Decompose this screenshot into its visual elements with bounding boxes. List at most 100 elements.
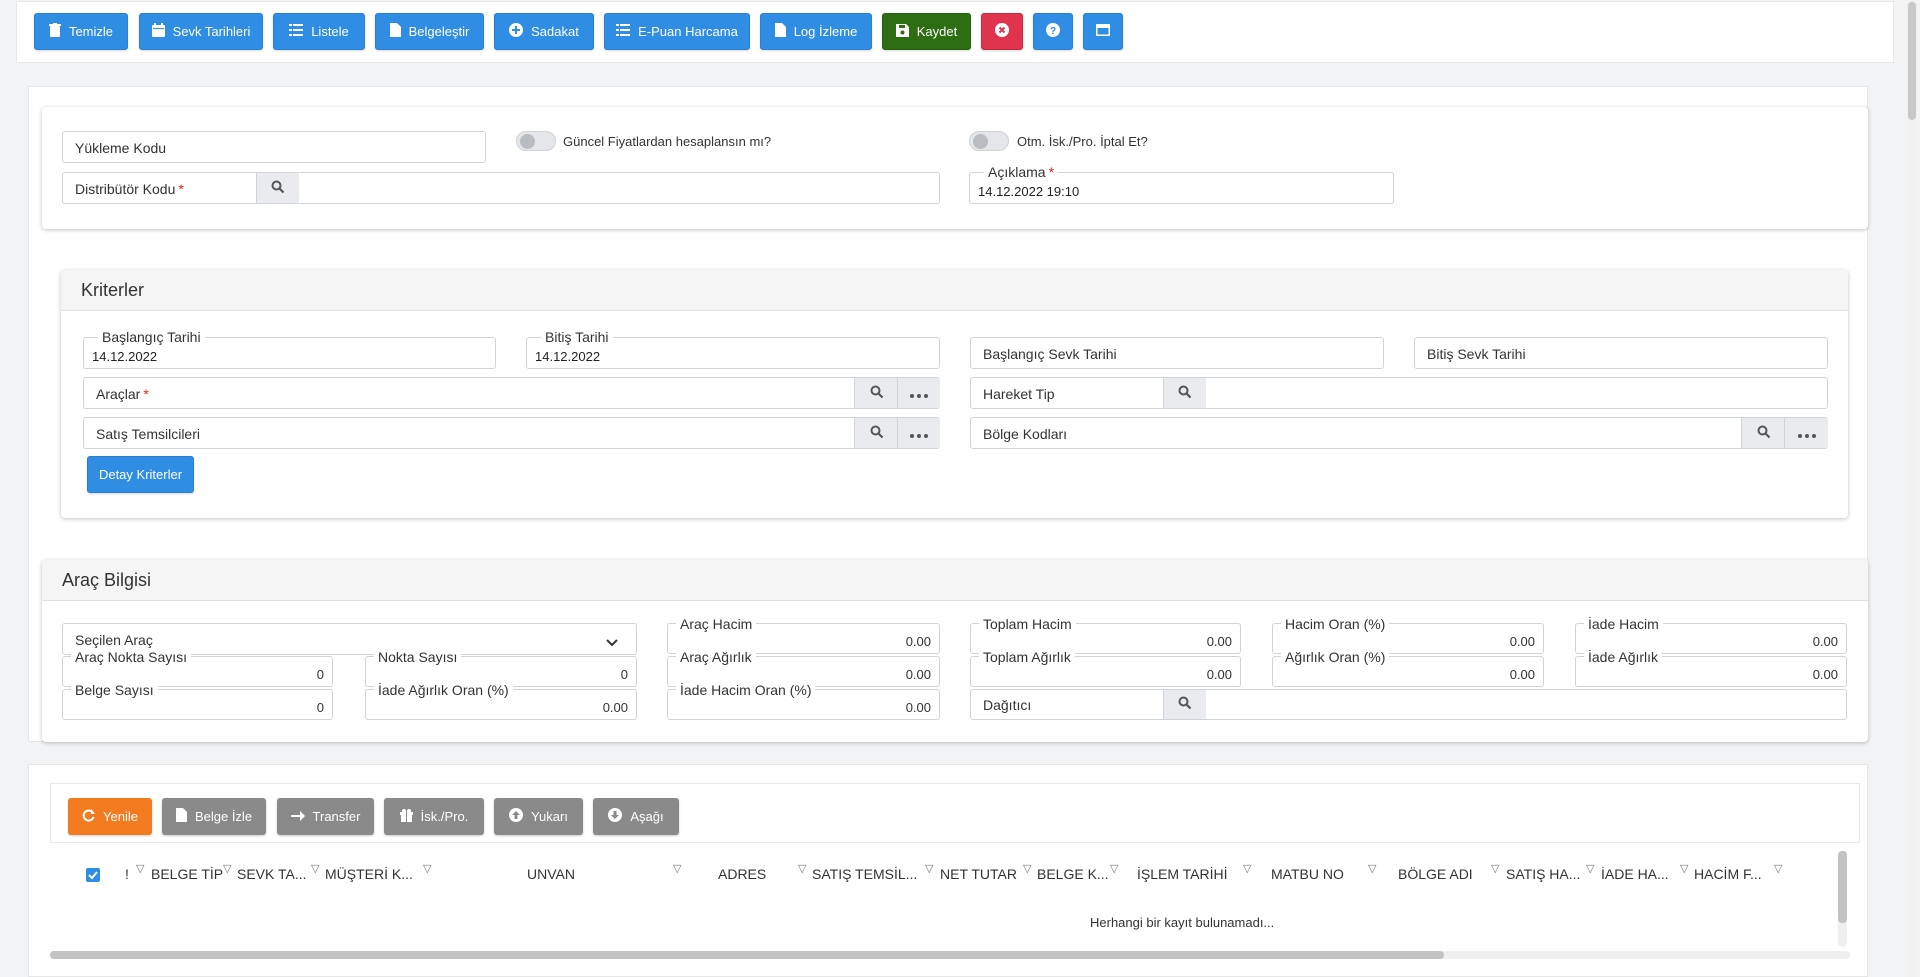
col-header-sevk-ta[interactable]: SEVK TA... bbox=[237, 866, 307, 882]
horizontal-scrollbar-thumb[interactable] bbox=[50, 951, 1444, 959]
belgelestir-button[interactable]: Belgeleştir bbox=[375, 13, 484, 50]
iade-hacim-oran-field[interactable]: İade Hacim Oran (%) 0.00 bbox=[667, 682, 940, 720]
col-header-satis-ha[interactable]: SATIŞ HA... bbox=[1506, 866, 1580, 882]
otm-isk-label: Otm. İsk./Pro. İptal Et? bbox=[1017, 134, 1148, 149]
satis-temsilcileri-search-button[interactable] bbox=[854, 418, 898, 448]
vertical-scrollbar-track[interactable] bbox=[1838, 851, 1847, 947]
bolge-kodlari-field[interactable]: Bölge Kodları bbox=[970, 417, 1828, 449]
search-icon bbox=[870, 385, 884, 402]
filter-icon[interactable]: ▽ bbox=[311, 862, 319, 875]
yenile-button[interactable]: Yenile bbox=[68, 798, 152, 835]
cancel-button[interactable] bbox=[981, 13, 1023, 50]
filter-icon[interactable]: ▽ bbox=[1368, 862, 1376, 875]
araclar-search-button[interactable] bbox=[854, 378, 898, 408]
vertical-scrollbar-thumb[interactable] bbox=[1838, 851, 1847, 923]
col-header-hacim-f[interactable]: HACİM F... bbox=[1694, 866, 1762, 882]
listele-button[interactable]: Listele bbox=[273, 13, 365, 50]
satis-temsilcileri-field[interactable]: Satış Temsilcileri bbox=[83, 417, 940, 449]
arrow-up-circle-icon bbox=[509, 808, 524, 825]
guncel-fiyat-toggle[interactable] bbox=[516, 131, 556, 151]
toplam-agirlik-value: 0.00 bbox=[1206, 667, 1232, 682]
toplam-agirlik-field[interactable]: Toplam Ağırlık 0.00 bbox=[970, 649, 1241, 687]
isk-pro-button[interactable]: İsk./Pro. bbox=[384, 798, 484, 835]
agirlik-oran-field[interactable]: Ağırlık Oran (%) 0.00 bbox=[1272, 649, 1544, 687]
col-header-islem-tarihi[interactable]: İŞLEM TARİHİ bbox=[1137, 866, 1228, 882]
col-header-adres[interactable]: ADRES bbox=[718, 866, 766, 882]
belge-sayisi-field[interactable]: Belge Sayısı 0 bbox=[62, 682, 333, 720]
filter-icon[interactable]: ▽ bbox=[798, 862, 806, 875]
col-header-net-tutar[interactable]: NET TUTAR bbox=[940, 866, 1017, 882]
otm-isk-toggle[interactable] bbox=[969, 131, 1009, 151]
aciklama-label: Açıklama * bbox=[984, 164, 1059, 180]
sadakat-label: Sadakat bbox=[531, 24, 579, 39]
distributor-kodu-field[interactable]: Distribütör Kodu * bbox=[62, 172, 940, 204]
filter-icon[interactable]: ▽ bbox=[1491, 862, 1499, 875]
dagitici-field[interactable]: Dağıtıcı bbox=[970, 689, 1847, 720]
araclar-more-button[interactable] bbox=[897, 378, 940, 408]
filter-icon[interactable]: ▽ bbox=[136, 862, 144, 875]
filter-icon[interactable]: ▽ bbox=[423, 862, 431, 875]
arac-hacim-label: Araç Hacim bbox=[676, 616, 757, 632]
col-header-belge-tip[interactable]: BELGE TİP bbox=[151, 866, 223, 882]
plus-circle-icon bbox=[509, 23, 524, 40]
sadakat-button[interactable]: Sadakat bbox=[494, 13, 594, 50]
yukleme-kodu-field[interactable]: Yükleme Kodu bbox=[62, 131, 486, 163]
baslangic-tarihi-field[interactable]: Başlangıç Tarihi 14.12.2022 bbox=[83, 329, 496, 369]
col-header-satis-temsil[interactable]: SATIŞ TEMSİL... bbox=[812, 866, 917, 882]
log-izleme-button[interactable]: Log İzleme bbox=[760, 13, 872, 50]
filter-icon[interactable]: ▽ bbox=[1586, 862, 1594, 875]
asagi-button[interactable]: Aşağı bbox=[593, 798, 679, 835]
filter-icon[interactable]: ▽ bbox=[1023, 862, 1031, 875]
arac-agirlik-label: Araç Ağırlık bbox=[676, 649, 756, 665]
page-scrollbar-thumb[interactable] bbox=[1908, 2, 1916, 120]
iade-hacim-oran-value: 0.00 bbox=[905, 700, 931, 715]
col-header-bolge-adi[interactable]: BÖLGE ADI bbox=[1398, 866, 1473, 882]
filter-icon[interactable]: ▽ bbox=[925, 862, 933, 875]
toplam-agirlik-label: Toplam Ağırlık bbox=[979, 649, 1075, 665]
header-form-panel bbox=[42, 107, 1868, 229]
distributor-search-button[interactable] bbox=[256, 173, 299, 203]
belge-izle-button[interactable]: Belge İzle bbox=[162, 798, 266, 835]
baslangic-sevk-field[interactable]: Başlangıç Sevk Tarihi bbox=[970, 337, 1384, 369]
guncel-fiyat-label: Güncel Fiyatlardan hesaplansın mı? bbox=[563, 134, 772, 149]
filter-icon[interactable]: ▽ bbox=[1110, 862, 1118, 875]
bolge-kodlari-more-button[interactable] bbox=[1784, 418, 1828, 448]
col-header-matbu-no[interactable]: MATBU NO bbox=[1271, 866, 1344, 882]
secilen-arac-label: Seçilen Araç bbox=[75, 632, 153, 648]
col-header-musteri-k[interactable]: MÜŞTERİ K... bbox=[325, 866, 413, 882]
col-header-unvan[interactable]: UNVAN bbox=[527, 866, 575, 882]
araclar-field[interactable]: Araçlar * bbox=[83, 377, 940, 409]
help-button[interactable]: ? bbox=[1033, 13, 1073, 50]
bolge-kodlari-search-button[interactable] bbox=[1741, 418, 1785, 448]
hareket-tip-field[interactable]: Hareket Tip bbox=[970, 377, 1828, 409]
detay-kriterler-button[interactable]: Detay Kriterler bbox=[87, 456, 194, 493]
transfer-button[interactable]: Transfer bbox=[277, 798, 374, 835]
gift-icon bbox=[399, 808, 413, 825]
e-puan-harcama-button[interactable]: E-Puan Harcama bbox=[604, 13, 750, 50]
filter-icon[interactable]: ▽ bbox=[1774, 862, 1782, 875]
filter-icon[interactable]: ▽ bbox=[1243, 862, 1251, 875]
page-scrollbar-track[interactable] bbox=[1907, 0, 1917, 977]
dagitici-search-button[interactable] bbox=[1163, 690, 1206, 719]
col-header-excl[interactable]: ! bbox=[125, 866, 129, 882]
aciklama-field[interactable]: Açıklama * 14.12.2022 19:10 bbox=[969, 164, 1394, 204]
horizontal-scrollbar-track[interactable] bbox=[50, 951, 1850, 959]
filter-icon[interactable]: ▽ bbox=[223, 862, 231, 875]
filter-icon[interactable]: ▽ bbox=[673, 862, 681, 875]
window-button[interactable] bbox=[1083, 13, 1123, 50]
temizle-button[interactable]: Temizle bbox=[34, 13, 128, 50]
sevk-tarihleri-button[interactable]: Sevk Tarihleri bbox=[139, 13, 263, 50]
satis-temsilcileri-more-button[interactable] bbox=[897, 418, 940, 448]
kaydet-button[interactable]: Kaydet bbox=[882, 13, 971, 50]
iade-agirlik-field[interactable]: İade Ağırlık 0.00 bbox=[1575, 649, 1847, 687]
col-header-belge-k[interactable]: BELGE K... bbox=[1037, 866, 1109, 882]
yukari-button[interactable]: Yukarı bbox=[494, 798, 583, 835]
hareket-tip-search-button[interactable] bbox=[1163, 378, 1206, 408]
bitis-tarihi-field[interactable]: Bitiş Tarihi 14.12.2022 bbox=[526, 329, 940, 369]
arac-nokta-sayisi-value: 0 bbox=[316, 667, 324, 682]
bitis-sevk-field[interactable]: Bitiş Sevk Tarihi bbox=[1414, 337, 1828, 369]
col-header-iade-ha[interactable]: İADE HA... bbox=[1601, 866, 1669, 882]
filter-icon[interactable]: ▽ bbox=[1680, 862, 1688, 875]
iade-agirlik-oran-field[interactable]: İade Ağırlık Oran (%) 0.00 bbox=[365, 682, 637, 720]
select-all-checkbox[interactable] bbox=[86, 868, 100, 882]
